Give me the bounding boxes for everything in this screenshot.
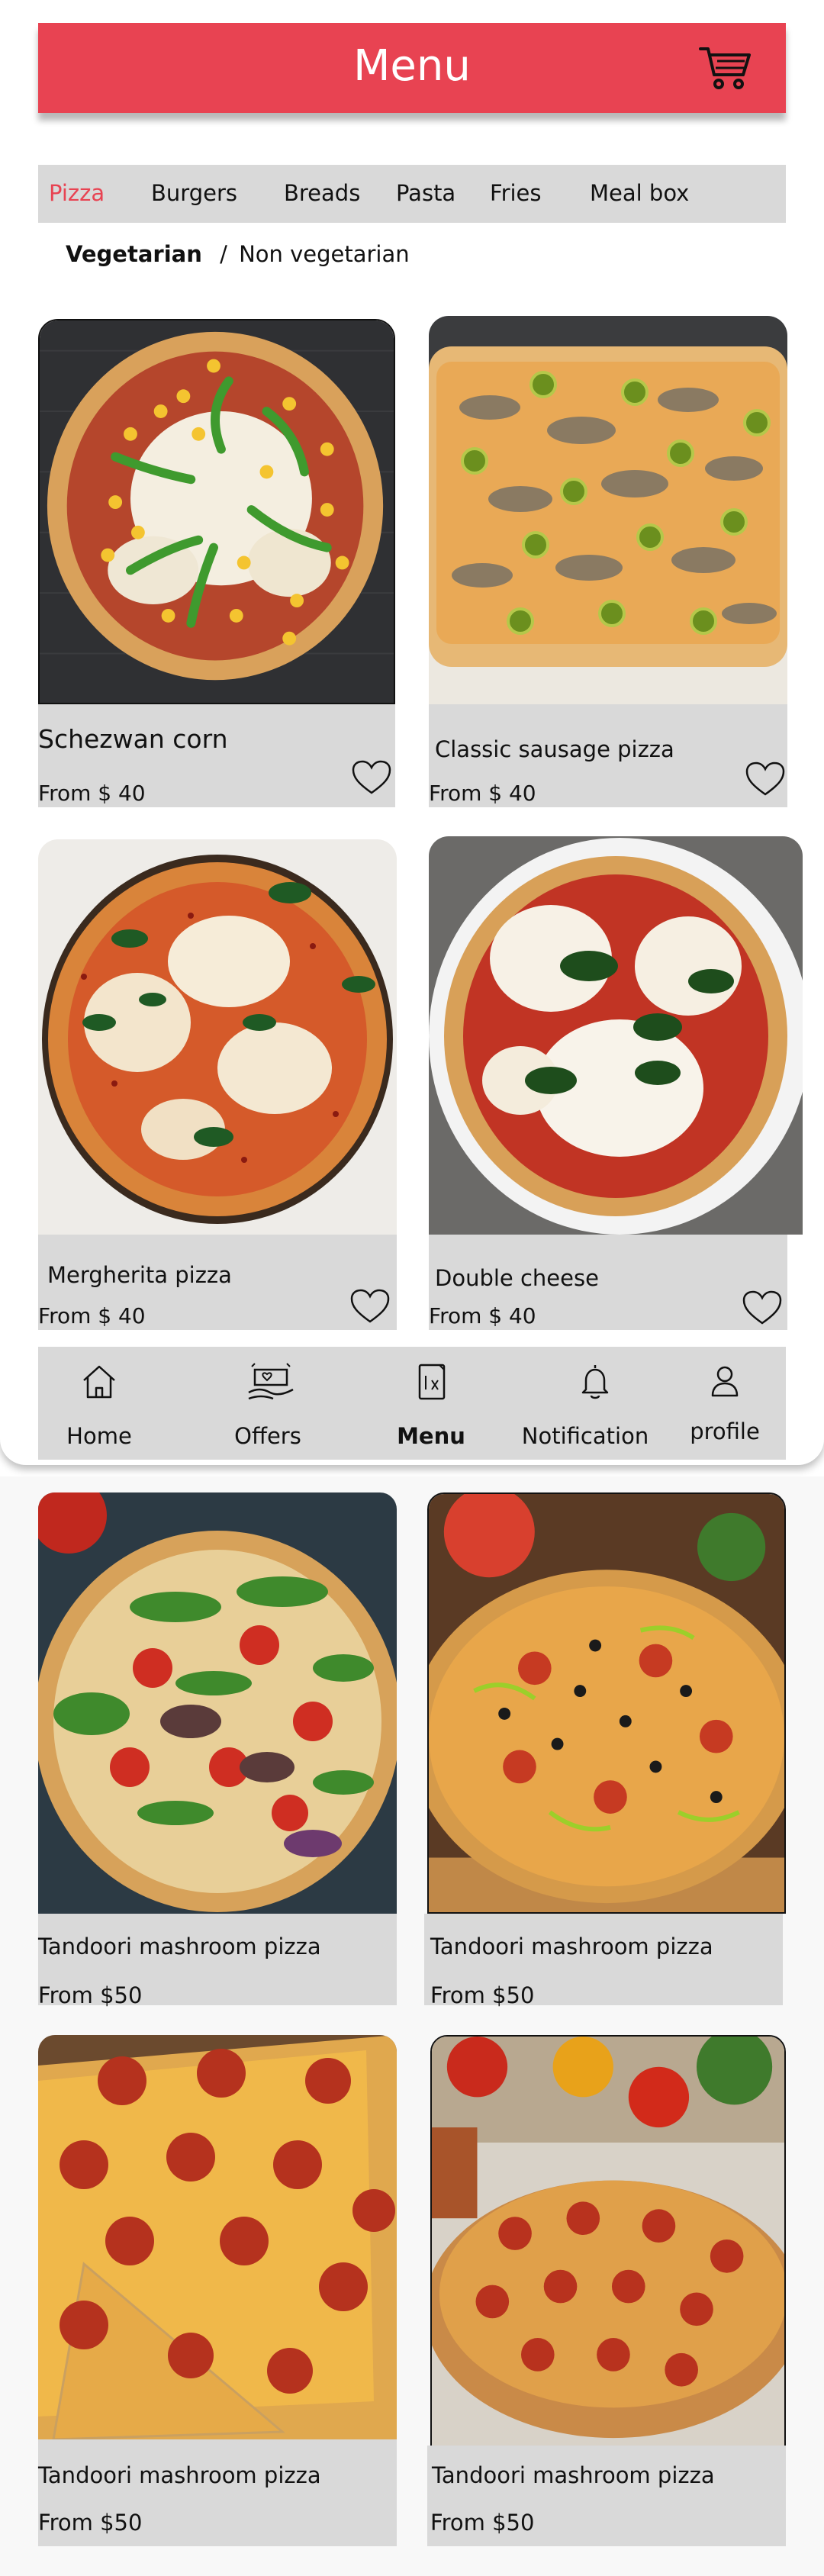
product-card[interactable]: Classic sausage pizza From $ 40 (429, 704, 787, 807)
nav-notification[interactable]: Notification (520, 1347, 650, 1460)
home-icon (76, 1359, 122, 1405)
tab-pasta[interactable]: Pasta (396, 180, 455, 206)
more-products-screen: Tandoori mashroom pizza From $50 Tandoor… (0, 1476, 824, 2576)
nav-home[interactable]: Home (53, 1347, 145, 1460)
product-image[interactable] (38, 2035, 397, 2439)
filter-vegetarian[interactable]: Vegetarian (66, 241, 202, 267)
filter-separator: / (220, 241, 227, 267)
product-name: Tandoori mashroom pizza (38, 1934, 321, 1959)
cart-icon[interactable] (699, 44, 752, 92)
product-image[interactable] (429, 836, 803, 1235)
product-card[interactable]: Tandoori mashroom pizza From $50 (424, 1914, 783, 2008)
tab-meal-box[interactable]: Meal box (590, 180, 689, 206)
nav-profile[interactable]: profile (679, 1347, 771, 1460)
category-tabs: Pizza Burgers Breads Pasta Fries Meal bo… (38, 165, 786, 223)
heart-icon[interactable] (745, 761, 786, 797)
product-card[interactable]: Tandoori mashroom pizza From $50 (427, 2446, 786, 2546)
nav-offers[interactable]: Offers (218, 1347, 317, 1460)
menu-screen: Menu Pizza Burgers Breads Pasta Fries Me… (0, 0, 824, 1465)
product-image[interactable] (430, 2035, 786, 2447)
product-image[interactable] (427, 1492, 786, 1914)
tab-breads[interactable]: Breads (284, 180, 360, 206)
product-name: Mergherita pizza (47, 1262, 232, 1288)
tab-fries[interactable]: Fries (490, 180, 542, 206)
product-name: Tandoori mashroom pizza (430, 1934, 713, 1959)
product-image[interactable] (429, 316, 787, 705)
profile-icon (702, 1359, 748, 1405)
menu-icon (409, 1359, 455, 1405)
app-header: Menu (38, 23, 786, 113)
nav-menu[interactable]: Menu (389, 1347, 473, 1460)
product-price: From $50 (38, 2510, 143, 2536)
product-image[interactable] (38, 319, 395, 704)
product-name: Classic sausage pizza (435, 736, 674, 762)
tab-pizza[interactable]: Pizza (49, 180, 105, 206)
product-name: Double cheese (435, 1265, 599, 1291)
heart-icon[interactable] (742, 1290, 783, 1326)
product-price: From $ 40 (429, 1303, 536, 1328)
product-price: From $50 (38, 1982, 143, 2008)
heart-icon[interactable] (351, 759, 392, 796)
product-name: Schezwan corn (38, 724, 228, 754)
product-card[interactable]: Double cheese From $ 40 (429, 1235, 787, 1330)
heart-icon[interactable] (349, 1288, 391, 1325)
product-card[interactable]: Schezwan corn From $ 40 (38, 704, 395, 807)
product-price: From $ 40 (38, 781, 146, 806)
bell-icon (572, 1359, 618, 1405)
product-image[interactable] (38, 839, 397, 1235)
diet-filter: Vegetarian / Non vegetarian (66, 241, 410, 267)
product-card[interactable]: Tandoori mashroom pizza From $50 (38, 2439, 397, 2546)
filter-non-vegetarian[interactable]: Non vegetarian (239, 241, 410, 267)
product-card[interactable]: Tandoori mashroom pizza From $50 (38, 1914, 397, 2008)
product-price: From $50 (430, 1982, 535, 2008)
page-title: Menu (353, 41, 471, 91)
product-card[interactable]: Mergherita pizza From $ 40 (38, 1235, 397, 1330)
bottom-nav: Home Offers Menu Notification profile (38, 1347, 786, 1460)
product-price: From $50 (430, 2510, 535, 2536)
offers-icon (244, 1359, 298, 1405)
tab-burgers[interactable]: Burgers (151, 180, 237, 206)
product-name: Tandoori mashroom pizza (432, 2462, 715, 2488)
product-image[interactable] (38, 1492, 397, 1914)
product-price: From $ 40 (38, 1303, 146, 1328)
product-name: Tandoori mashroom pizza (38, 2462, 321, 2488)
product-price: From $ 40 (429, 781, 536, 806)
